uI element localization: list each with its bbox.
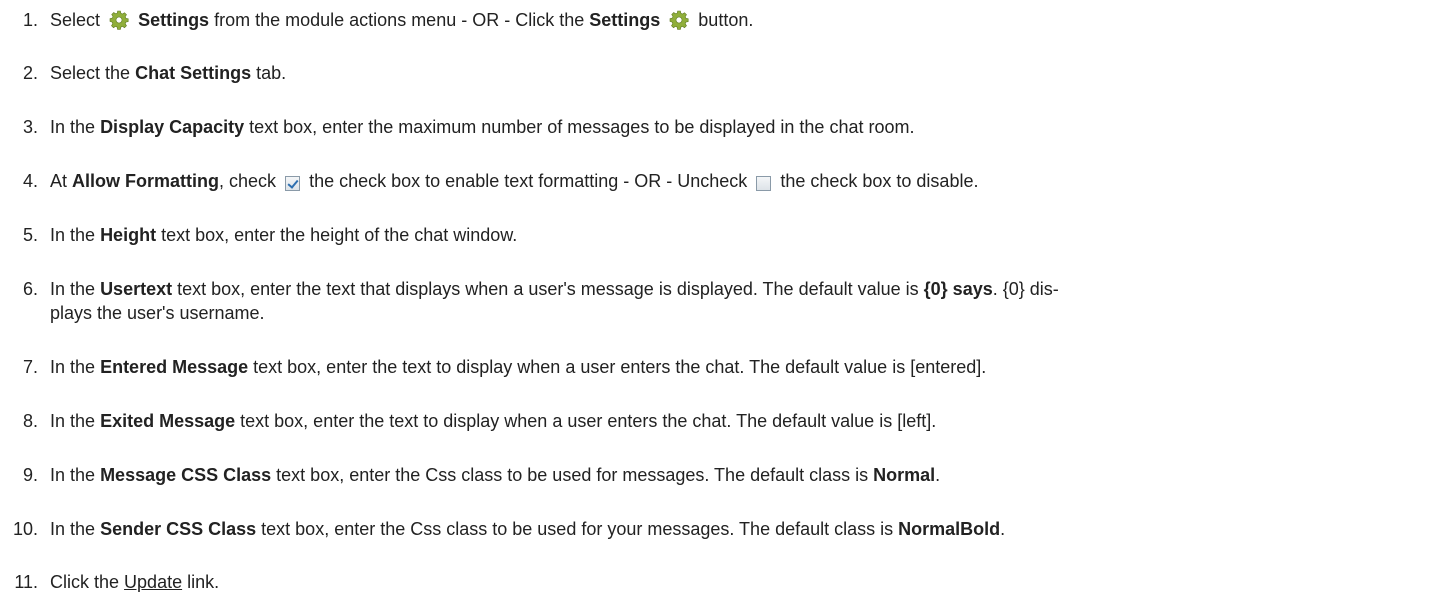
settings-term: Settings	[589, 10, 661, 30]
step-text-part: In the	[50, 519, 96, 539]
checkbox-unchecked-icon	[756, 176, 772, 191]
step-text: Select the Chat Settings tab.	[50, 61, 1380, 85]
step-text-part: text box, enter the Css class to be used…	[261, 519, 894, 539]
settings-term: Settings	[138, 10, 210, 30]
step-text-part: , check	[219, 171, 277, 191]
step-text-part: .	[935, 465, 941, 485]
default-class-term: NormalBold	[898, 519, 1001, 539]
step-text: In the Usertext text box, enter the text…	[50, 277, 1380, 325]
step-number: 8.	[22, 411, 38, 431]
step-text: In the Display Capacity text box, enter …	[50, 115, 1380, 139]
entered-message-term: Entered Message	[100, 357, 249, 377]
default-class-term: Normal	[873, 465, 936, 485]
step-text-part: Select	[50, 10, 101, 30]
step-text-part: the check box to disable.	[780, 171, 979, 191]
step-10: 10. In the Sender CSS Class text box, en…	[0, 517, 1440, 541]
step-text-part: .	[1000, 519, 1006, 539]
chat-settings-term: Chat Settings	[135, 63, 252, 83]
step-text: In the Entered Message text box, enter t…	[50, 355, 1380, 379]
step-text: In the Exited Message text box, enter th…	[50, 409, 1380, 433]
step-text-part: text box, enter the text to display when…	[240, 411, 937, 431]
step-text: In the Message CSS Class text box, enter…	[50, 463, 1380, 487]
step-text: At Allow Formatting, check the check box…	[50, 169, 1380, 193]
step-text-part: In the	[50, 411, 96, 431]
step-4: 4. At Allow Formatting, check the check …	[0, 169, 1440, 193]
step-11: 11. Click the Update link.	[0, 570, 1440, 594]
step-text-part: Click the	[50, 572, 120, 592]
step-7: 7. In the Entered Message text box, ente…	[0, 355, 1440, 379]
step-text-part: In the	[50, 279, 96, 299]
step-text: Select Settings from the module actions …	[50, 8, 1380, 32]
step-3: 3. In the Display Capacity text box, ent…	[0, 115, 1440, 139]
step-text-part: plays the user's username.	[50, 303, 265, 323]
step-number: 10.	[12, 519, 38, 539]
step-number: 1.	[22, 10, 38, 30]
checkbox-checked-icon	[285, 176, 301, 191]
step-text-part: Select the	[50, 63, 131, 83]
step-8: 8. In the Exited Message text box, enter…	[0, 409, 1440, 433]
step-6: 6. In the Usertext text box, enter the t…	[0, 277, 1440, 325]
height-term: Height	[100, 225, 157, 245]
default-value-term: {0} says	[923, 279, 993, 299]
step-text: In the Height text box, enter the height…	[50, 223, 1380, 247]
step-text-part: text box, enter the maximum number of me…	[249, 117, 915, 137]
usertext-term: Usertext	[100, 279, 173, 299]
step-number: 9.	[22, 465, 38, 485]
step-text-part: text box, enter the Css class to be used…	[276, 465, 869, 485]
gear-icon	[109, 10, 129, 30]
sender-css-class-term: Sender CSS Class	[100, 519, 257, 539]
step-text-part: . {0} dis-	[992, 279, 1059, 299]
step-text-part: text box, enter the text that displays w…	[177, 279, 919, 299]
update-link[interactable]: Update	[124, 572, 182, 592]
step-text: Click the Update link.	[50, 570, 1380, 594]
step-text-part: In the	[50, 225, 96, 245]
step-number: 7.	[22, 357, 38, 377]
step-text-part: In the	[50, 465, 96, 485]
step-number: 5.	[22, 225, 38, 245]
step-text-part: from the module actions menu - OR - Clic…	[214, 10, 585, 30]
step-number: 11.	[14, 572, 38, 592]
step-number: 2.	[22, 63, 38, 83]
step-5: 5. In the Height text box, enter the hei…	[0, 223, 1440, 247]
step-number: 3.	[22, 117, 38, 137]
step-number: 4.	[22, 171, 38, 191]
message-css-class-term: Message CSS Class	[100, 465, 272, 485]
step-1: 1. Select Settings from the module actio…	[0, 8, 1440, 32]
step-2: 2. Select the Chat Settings tab.	[0, 61, 1440, 85]
step-text-part: In the	[50, 357, 96, 377]
gear-icon	[669, 10, 689, 30]
step-text-part: At	[50, 171, 68, 191]
exited-message-term: Exited Message	[100, 411, 236, 431]
step-text-part: text box, enter the height of the chat w…	[161, 225, 518, 245]
step-text-part: button.	[698, 10, 754, 30]
step-text: In the Sender CSS Class text box, enter …	[50, 517, 1380, 541]
step-number: 6.	[22, 279, 38, 299]
display-capacity-term: Display Capacity	[100, 117, 245, 137]
step-text-part: In the	[50, 117, 96, 137]
step-9: 9. In the Message CSS Class text box, en…	[0, 463, 1440, 487]
step-text-part: the check box to enable text formatting …	[309, 171, 748, 191]
step-text-part: text box, enter the text to display when…	[253, 357, 987, 377]
step-text-part: link.	[187, 572, 220, 592]
allow-formatting-term: Allow Formatting	[72, 171, 220, 191]
step-text-part: tab.	[256, 63, 287, 83]
